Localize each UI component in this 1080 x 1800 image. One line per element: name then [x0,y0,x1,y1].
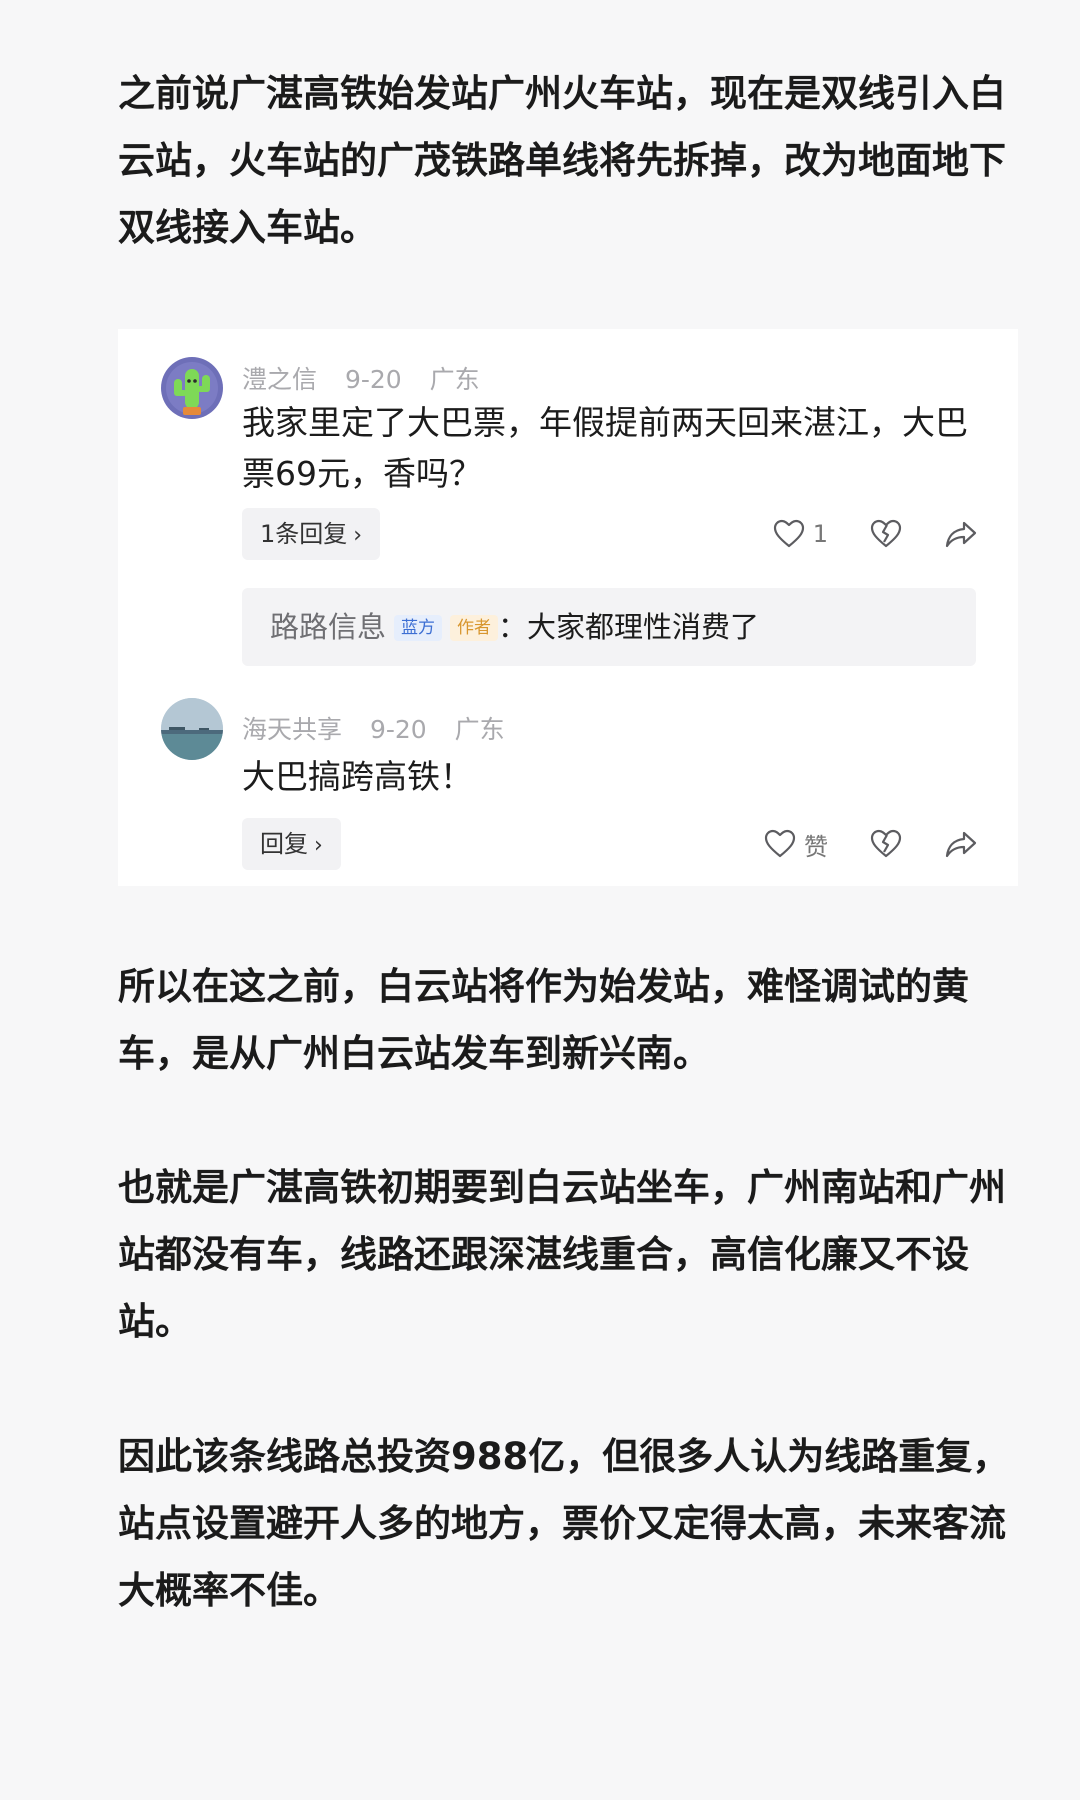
author-badge: 作者 [450,615,499,641]
article-paragraph-3: 也就是广湛高铁初期要到白云站坐车，广州南站和广州站都没有车，线路还跟深湛线重合，… [118,1166,1006,1343]
comment-meta: 澧之信 9-20 广东 [242,360,500,396]
article-paragraph-2: 所以在这之前，白云站将作为始发站，难怪调试的黄车，是从广州白云站发车到新兴南。 [118,965,969,1075]
like-count: 1 [812,520,828,548]
reply-label: 回复 [260,830,308,858]
sub-reply[interactable]: 路路信息 蓝方 作者 ：大家都理性消费了 [242,588,976,666]
comment-meta: 海天共享 9-20 广东 [242,710,525,746]
dislike-button[interactable] [870,829,902,859]
like-button[interactable]: 赞 [764,827,828,862]
broken-heart-icon [870,519,902,548]
sub-reply-author[interactable]: 路路信息 [270,610,386,644]
comment-username[interactable]: 澧之信 [242,365,317,394]
comment-location: 广东 [429,365,480,394]
chevron-right-icon: › [353,523,363,548]
comment-text: 大巴搞跨高铁！ [242,757,473,796]
comment-location: 广东 [454,715,505,744]
article-paragraph-1: 之前说广湛高铁始发站广州火车站，现在是双线引入白云站，火车站的广茂铁路单线将先拆… [118,72,1006,249]
seascape-avatar-icon[interactable] [161,698,223,760]
heart-icon [764,829,796,858]
comment-item: 澧之信 9-20 广东 我家里定了大巴票，年假提前两天回来湛江，大巴票69元，香… [118,329,1018,669]
share-icon [945,521,977,548]
comment-item: 海天共享 9-20 广东 大巴搞跨高铁！ 回复 › 赞 [118,669,1018,886]
share-icon [945,831,977,858]
share-button[interactable] [944,829,978,859]
chevron-right-icon: › [314,833,323,858]
heart-icon [773,519,804,548]
share-button[interactable] [944,519,978,549]
dislike-button[interactable] [870,519,902,549]
comment-actions: 1 [731,508,978,560]
blue-badge: 蓝方 [394,615,443,641]
article-paragraph-4: 因此该条线路总投资988亿，但很多人认为线路重复，站点设置避开人多的地方，票价又… [118,1435,1010,1612]
broken-heart-icon [870,829,902,858]
comment-text: 我家里定了大巴票，年假提前两天回来湛江，大巴票69元，香吗？ [242,403,968,493]
comment-screenshot-card: 澧之信 9-20 广东 我家里定了大巴票，年假提前两天回来湛江，大巴票69元，香… [118,329,1018,886]
cactus-avatar-icon[interactable] [161,357,223,419]
comment-actions: 赞 [722,818,978,870]
comment-date: 9-20 [344,365,402,394]
view-replies-label: 1条回复 [260,520,348,548]
comment-username[interactable]: 海天共享 [242,715,342,744]
view-replies-button[interactable]: 1条回复 › [242,508,381,560]
reply-button[interactable]: 回复 › [242,818,341,870]
comment-date: 9-20 [369,715,427,744]
sub-reply-text: ：大家都理性消费了 [498,610,760,644]
like-label: 赞 [804,832,828,861]
like-button[interactable]: 1 [773,519,828,549]
